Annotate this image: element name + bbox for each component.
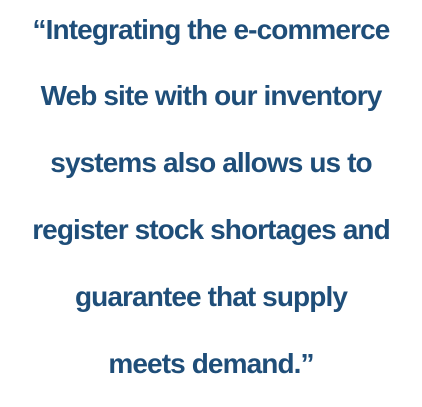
quote-line-6: meets demand.” <box>108 348 314 379</box>
quote-line-5: guarantee that supply <box>74 281 348 312</box>
quote-line-1: “Integrating the e-commerce <box>32 14 391 45</box>
quote-line-2: Web site with our inventory <box>40 80 383 111</box>
quote-line-4: register stock shortages and <box>32 214 391 245</box>
quote-line-3: systems also allows us to <box>50 147 372 178</box>
pull-quote: “Integrating the e-commerce Web site wit… <box>0 0 422 407</box>
